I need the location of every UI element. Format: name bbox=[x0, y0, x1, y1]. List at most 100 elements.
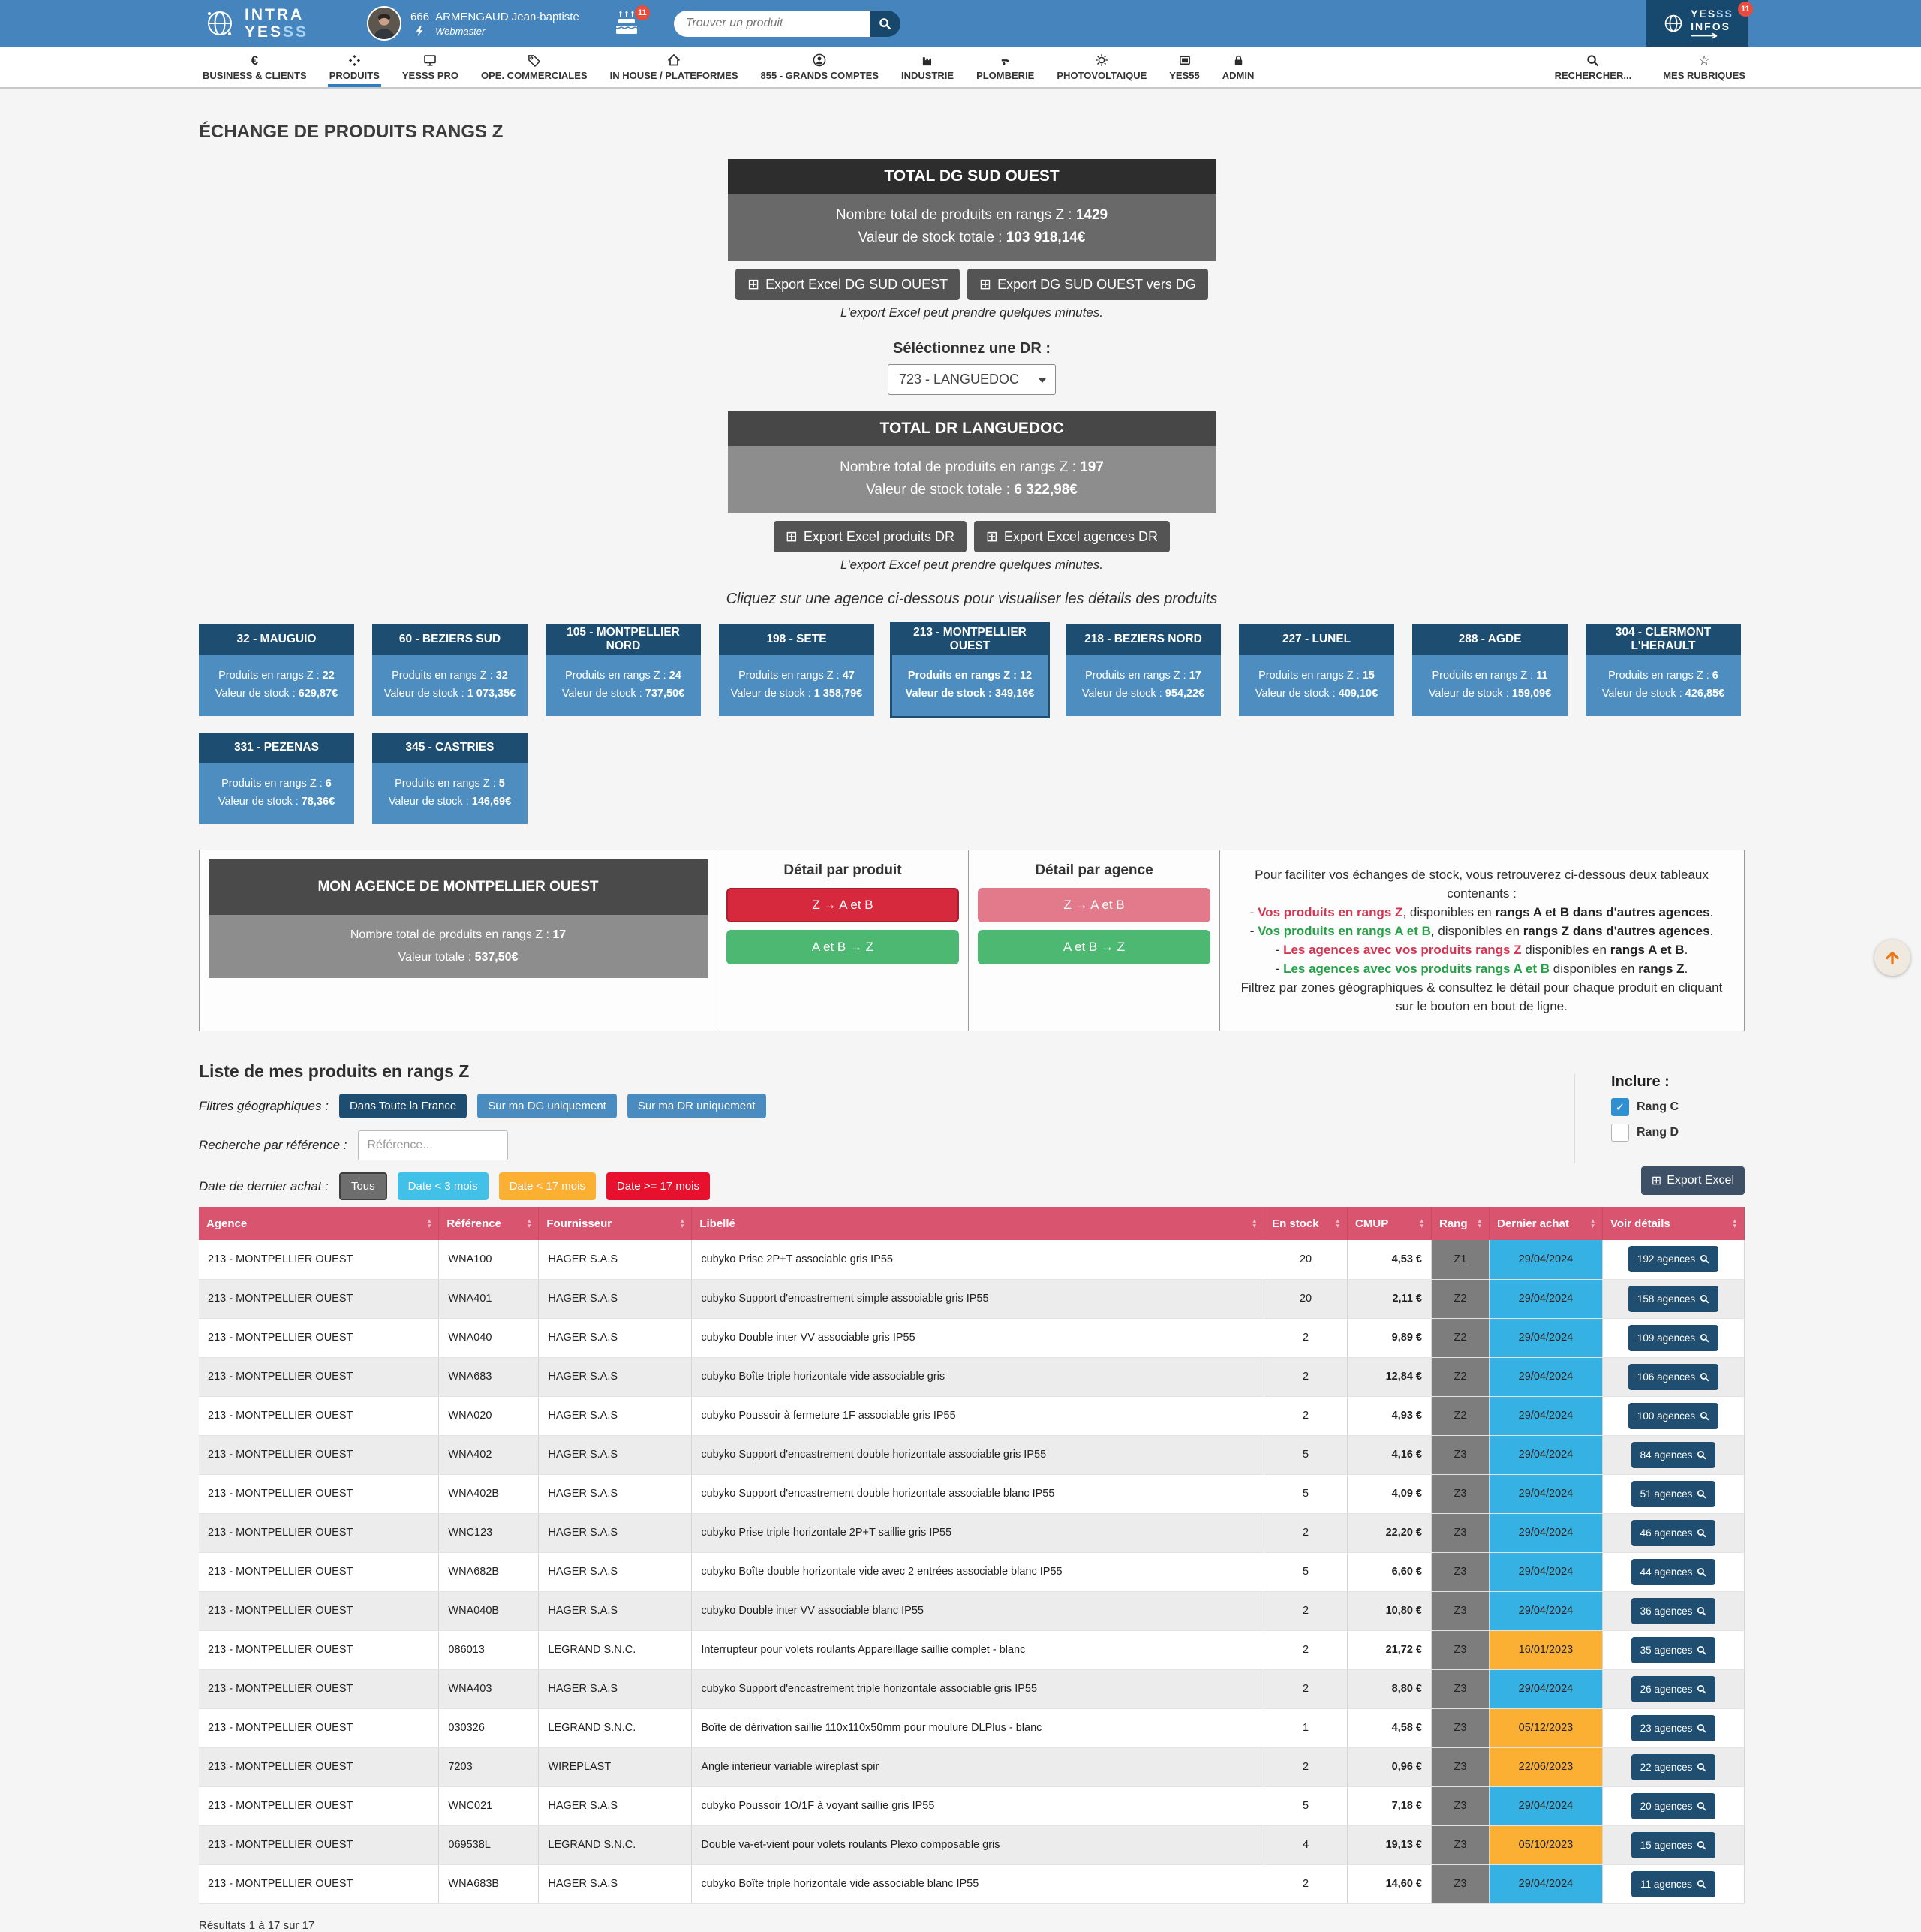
rang-d-checkbox[interactable] bbox=[1611, 1124, 1629, 1142]
voir-details-button[interactable]: 109 agences bbox=[1628, 1325, 1718, 1351]
intra-yesss-logo[interactable]: INTRA YESSS bbox=[203, 6, 308, 41]
nav-item-industrie[interactable]: INDUSTRIE bbox=[900, 47, 955, 87]
reference-link[interactable]: 7203 bbox=[439, 1747, 539, 1786]
column-header-voir-d-tails[interactable]: Voir détails▴▾ bbox=[1602, 1207, 1744, 1240]
reference-link[interactable]: WNA040B bbox=[439, 1591, 539, 1630]
reference-link[interactable]: WNA402B bbox=[439, 1474, 539, 1513]
column-header-fournisseur[interactable]: Fournisseur▴▾ bbox=[539, 1207, 692, 1240]
reference-search-input[interactable] bbox=[358, 1130, 508, 1160]
column-header-r-f-rence[interactable]: Référence▴▾ bbox=[439, 1207, 539, 1240]
agency-card-345-castries[interactable]: 345 - CASTRIESProduits en rangs Z : 5Val… bbox=[372, 733, 528, 824]
rang-c-checkbox[interactable]: ✓ bbox=[1611, 1098, 1629, 1116]
voir-details-button[interactable]: 100 agences bbox=[1628, 1403, 1718, 1429]
agency-card-213-montpellier-ouest[interactable]: 213 - MONTPELLIER OUESTProduits en rangs… bbox=[892, 624, 1048, 716]
nav-item-business-clients[interactable]: € BUSINESS & CLIENTS bbox=[201, 47, 308, 87]
reference-link[interactable]: WNA403 bbox=[439, 1669, 539, 1708]
reference-link[interactable]: WNA020 bbox=[439, 1396, 539, 1435]
agency-card-304-clermont-l-herault[interactable]: 304 - CLERMONT L'HERAULTProduits en rang… bbox=[1586, 624, 1741, 716]
filter-sur-ma-dr-uniquement-button[interactable]: Sur ma DR uniquement bbox=[627, 1094, 766, 1118]
nav-item-yesss-pro[interactable]: YESSS PRO bbox=[401, 47, 460, 87]
voir-details-button[interactable]: 35 agences bbox=[1631, 1637, 1716, 1663]
include-option-rang-d[interactable]: Rang D bbox=[1611, 1124, 1679, 1142]
nav-item-photovoltaique[interactable]: PHOTOVOLTAIQUE bbox=[1055, 47, 1148, 87]
product-search-input[interactable] bbox=[674, 11, 870, 37]
agency-card-105-montpellier-nord[interactable]: 105 - MONTPELLIER NORDProduits en rangs … bbox=[546, 624, 701, 716]
nav-item-plomberie[interactable]: PLOMBERIE bbox=[975, 47, 1036, 87]
agency-card-218-beziers-nord[interactable]: 218 - BEZIERS NORDProduits en rangs Z : … bbox=[1066, 624, 1221, 716]
reference-link[interactable]: WNA100 bbox=[439, 1240, 539, 1279]
nav-item-grands-comptes[interactable]: 855 - GRANDS COMPTES bbox=[759, 47, 880, 87]
user-block[interactable]: 666 ARMENGAUD Jean-baptiste Webmaster bbox=[410, 11, 579, 37]
voir-details-button[interactable]: 22 agences bbox=[1631, 1754, 1716, 1780]
reference-link[interactable]: WNA402 bbox=[439, 1435, 539, 1474]
nav-item-ope-commerciales[interactable]: OPE. COMMERCIALES bbox=[479, 47, 589, 87]
export-excel-agences-dr-button[interactable]: ⊞Export Excel agences DR bbox=[974, 521, 1170, 552]
voir-details-button[interactable]: 84 agences bbox=[1631, 1442, 1716, 1468]
filter-date-3-mois-button[interactable]: Date < 3 mois bbox=[398, 1172, 489, 1200]
reference-link[interactable]: WNA683 bbox=[439, 1357, 539, 1396]
nav-item-admin[interactable]: ADMIN bbox=[1221, 47, 1256, 87]
include-option-rang-c[interactable]: ✓Rang C bbox=[1611, 1098, 1679, 1116]
reference-link[interactable]: 086013 bbox=[439, 1630, 539, 1669]
export-dg-vers-dg-button[interactable]: ⊞Export DG SUD OUEST vers DG bbox=[967, 269, 1208, 300]
reference-link[interactable]: WNC123 bbox=[439, 1513, 539, 1552]
export-excel-produits-dr-button[interactable]: ⊞Export Excel produits DR bbox=[774, 521, 967, 552]
voir-details-button[interactable]: 44 agences bbox=[1631, 1559, 1716, 1585]
yesss-infos-button[interactable]: YESSS INFOS 11 bbox=[1646, 0, 1748, 47]
agency-card-32-mauguio[interactable]: 32 - MAUGUIOProduits en rangs Z : 22Vale… bbox=[199, 624, 354, 716]
agency-card-60-beziers-sud[interactable]: 60 - BEZIERS SUDProduits en rangs Z : 32… bbox=[372, 624, 528, 716]
voir-details-button[interactable]: 20 agences bbox=[1631, 1793, 1716, 1819]
nav-item-yes55[interactable]: YES55 bbox=[1168, 47, 1201, 87]
export-excel-button[interactable]: ⊞Export Excel bbox=[1641, 1166, 1745, 1195]
reference-link[interactable]: 030326 bbox=[439, 1708, 539, 1747]
filter-dans-toute-la-france-button[interactable]: Dans Toute la France bbox=[339, 1094, 467, 1118]
filter-date-17-mois-button[interactable]: Date >= 17 mois bbox=[606, 1172, 710, 1200]
reference-link[interactable]: WNC021 bbox=[439, 1786, 539, 1825]
column-header-rang[interactable]: Rang▴▾ bbox=[1432, 1207, 1490, 1240]
nav-item-in-house-plateformes[interactable]: IN HOUSE / PLATEFORMES bbox=[609, 47, 740, 87]
voir-details-button[interactable]: 46 agences bbox=[1631, 1520, 1716, 1546]
export-excel-dg-button[interactable]: ⊞Export Excel DG SUD OUEST bbox=[735, 269, 960, 300]
column-header-en-stock[interactable]: En stock▴▾ bbox=[1264, 1207, 1348, 1240]
product-search-button[interactable] bbox=[870, 11, 900, 37]
libelle: cubyko Poussoir 1O/1F à voyant saillie g… bbox=[692, 1786, 1264, 1825]
birthday-cake-button[interactable]: 11 bbox=[614, 11, 641, 35]
dernier-achat: 29/04/2024 bbox=[1489, 1357, 1602, 1396]
voir-details-button[interactable]: 23 agences bbox=[1631, 1715, 1716, 1741]
agence-z-vers-ab-button[interactable]: Z → A et B bbox=[978, 888, 1210, 922]
reference-link[interactable]: WNA401 bbox=[439, 1279, 539, 1318]
column-header-agence[interactable]: Agence▴▾ bbox=[199, 1207, 439, 1240]
avatar[interactable] bbox=[367, 6, 401, 41]
voir-details-button[interactable]: 51 agences bbox=[1631, 1481, 1716, 1507]
column-header-dernier-achat[interactable]: Dernier achat▴▾ bbox=[1489, 1207, 1602, 1240]
voir-details-button[interactable]: 26 agences bbox=[1631, 1676, 1716, 1702]
agence-ab-vers-z-button[interactable]: A et B → Z bbox=[978, 930, 1210, 964]
voir-details-button[interactable]: 192 agences bbox=[1628, 1246, 1718, 1272]
voir-details-button[interactable]: 106 agences bbox=[1628, 1364, 1718, 1390]
nav-item-mes-rubriques[interactable]: ☆ MES RUBRIQUES bbox=[1661, 47, 1747, 87]
produit-ab-vers-z-button[interactable]: A et B → Z bbox=[726, 930, 959, 964]
voir-details-button[interactable]: 15 agences bbox=[1631, 1832, 1716, 1858]
column-header-libell[interactable]: Libellé▴▾ bbox=[692, 1207, 1264, 1240]
agency-card-288-agde[interactable]: 288 - AGDEProduits en rangs Z : 11Valeur… bbox=[1412, 624, 1568, 716]
filter-date-17-mois-button[interactable]: Date < 17 mois bbox=[499, 1172, 596, 1200]
voir-details-button[interactable]: 36 agences bbox=[1631, 1598, 1716, 1624]
column-header-cmup[interactable]: CMUP▴▾ bbox=[1348, 1207, 1432, 1240]
agency-card-331-pezenas[interactable]: 331 - PEZENASProduits en rangs Z : 6Vale… bbox=[199, 733, 354, 824]
agency-card-198-sete[interactable]: 198 - SETEProduits en rangs Z : 47Valeur… bbox=[719, 624, 874, 716]
nav-item-rechercher[interactable]: RECHERCHER... bbox=[1553, 47, 1634, 87]
magnifier-icon bbox=[1697, 1879, 1706, 1889]
filter-tous-button[interactable]: Tous bbox=[339, 1172, 387, 1200]
nav-item-produits[interactable]: PRODUITS bbox=[328, 47, 381, 87]
dr-select[interactable]: 723 - LANGUEDOC bbox=[888, 364, 1056, 395]
voir-details-button[interactable]: 158 agences bbox=[1628, 1286, 1718, 1312]
scroll-to-top-button[interactable] bbox=[1874, 940, 1910, 976]
reference-link[interactable]: WNA683B bbox=[439, 1864, 539, 1903]
reference-link[interactable]: 069538L bbox=[439, 1825, 539, 1864]
filter-sur-ma-dg-uniquement-button[interactable]: Sur ma DG uniquement bbox=[477, 1094, 617, 1118]
reference-link[interactable]: WNA682B bbox=[439, 1552, 539, 1591]
agency-card-227-lunel[interactable]: 227 - LUNELProduits en rangs Z : 15Valeu… bbox=[1239, 624, 1394, 716]
voir-details-button[interactable]: 11 agences bbox=[1631, 1871, 1715, 1897]
reference-link[interactable]: WNA040 bbox=[439, 1318, 539, 1357]
produit-z-vers-ab-button[interactable]: Z → A et B bbox=[726, 888, 959, 922]
